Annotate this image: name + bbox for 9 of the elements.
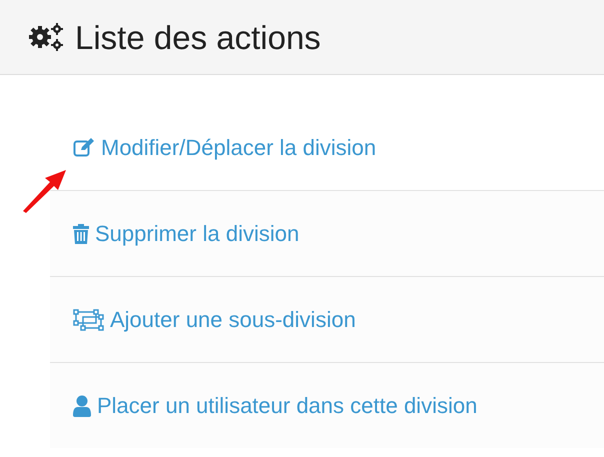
action-link[interactable]: Supprimer la division <box>73 217 300 250</box>
action-link[interactable]: Ajouter une sous-division <box>73 303 356 336</box>
user-icon <box>73 394 91 416</box>
edit-icon <box>73 137 95 157</box>
object-group-icon <box>73 308 104 330</box>
action-link[interactable]: Placer un utilisateur dans cette division <box>73 389 478 422</box>
trash-icon <box>73 224 89 244</box>
action-link[interactable]: Modifier/Déplacer la division <box>73 130 376 164</box>
page-title: Liste des actions <box>75 20 321 54</box>
